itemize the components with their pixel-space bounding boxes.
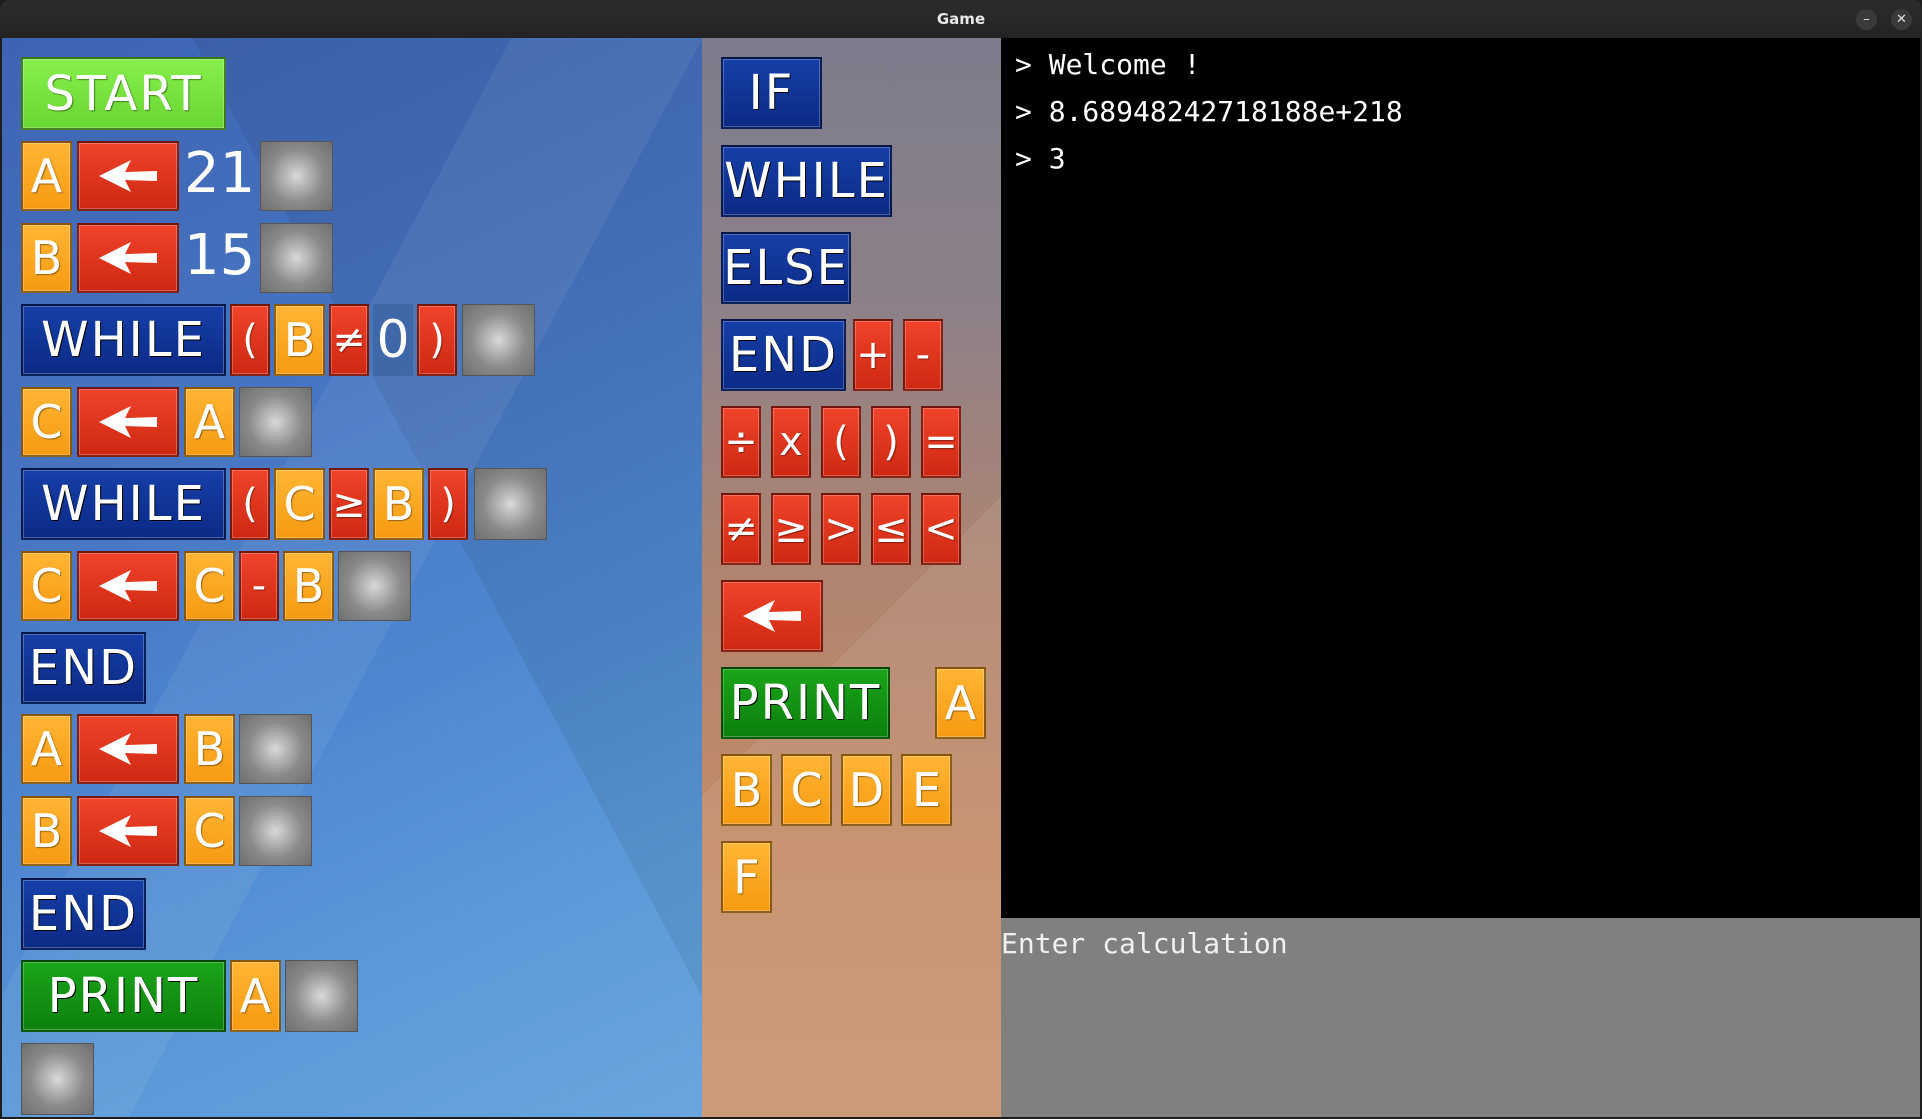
- var-block[interactable]: C: [184, 796, 235, 866]
- end-block[interactable]: END: [21, 632, 146, 704]
- console-prompt: >: [1015, 95, 1032, 128]
- palette-var-block[interactable]: F: [721, 841, 772, 913]
- calculation-input-area[interactable]: [1001, 918, 1920, 1117]
- palette-var-block[interactable]: D: [841, 754, 892, 826]
- empty-slot[interactable]: [239, 714, 312, 784]
- left-arrow-icon: [99, 733, 157, 765]
- palette-var-block[interactable]: B: [721, 754, 772, 826]
- while-block[interactable]: WHILE: [21, 304, 226, 376]
- left-arrow-icon: [99, 242, 157, 274]
- left-arrow-icon: [99, 406, 157, 438]
- operator-block[interactable]: (: [230, 304, 270, 376]
- output-console: > Welcome ! > 8.68948242718188e+218 > 3: [1001, 38, 1920, 918]
- var-block[interactable]: A: [230, 960, 281, 1032]
- number-value[interactable]: 0: [373, 304, 413, 376]
- var-block[interactable]: A: [184, 387, 235, 457]
- palette-operator-block[interactable]: ≠: [721, 493, 761, 565]
- block-palette: IF WHILE ELSE END + - ÷ x ( ) = ≠ ≥ > ≤ …: [702, 38, 1001, 1117]
- palette-if-block[interactable]: IF: [721, 57, 822, 129]
- window-title: Game: [936, 10, 986, 28]
- left-arrow-icon: [99, 815, 157, 847]
- operator-block[interactable]: -: [239, 551, 279, 621]
- left-arrow-icon: [743, 600, 801, 632]
- start-block[interactable]: START: [21, 57, 226, 130]
- while-block[interactable]: WHILE: [21, 468, 226, 540]
- var-block[interactable]: B: [274, 304, 325, 376]
- empty-slot[interactable]: [285, 960, 358, 1032]
- console-line: > Welcome !: [1015, 48, 1200, 81]
- palette-operator-block[interactable]: x: [771, 406, 811, 478]
- palette-assign-block[interactable]: [721, 580, 823, 652]
- operator-block[interactable]: ): [428, 468, 468, 540]
- palette-operator-block[interactable]: ≥: [771, 493, 811, 565]
- var-block[interactable]: B: [373, 468, 424, 540]
- palette-operator-block[interactable]: +: [853, 319, 893, 391]
- var-block[interactable]: C: [21, 551, 72, 621]
- var-block[interactable]: B: [21, 223, 72, 293]
- palette-operator-block[interactable]: =: [921, 406, 961, 478]
- assign-block[interactable]: [77, 714, 179, 784]
- program-area[interactable]: START A 21 B 15 WHILE ( B ≠ 0 ) C A WHIL…: [2, 38, 702, 1117]
- palette-end-block[interactable]: END: [721, 319, 846, 391]
- palette-print-block[interactable]: PRINT: [721, 667, 890, 739]
- console-text: 3: [1048, 142, 1066, 175]
- palette-operator-block[interactable]: -: [903, 319, 943, 391]
- operator-block[interactable]: (: [230, 468, 270, 540]
- console-line: > 3: [1015, 142, 1066, 175]
- left-arrow-icon: [99, 570, 157, 602]
- palette-while-block[interactable]: WHILE: [721, 145, 892, 217]
- console-prompt: >: [1015, 142, 1032, 175]
- palette-var-block[interactable]: C: [781, 754, 832, 826]
- var-block[interactable]: B: [184, 714, 235, 784]
- empty-slot[interactable]: [338, 551, 411, 621]
- empty-slot[interactable]: [462, 304, 535, 376]
- end-block[interactable]: END: [21, 878, 146, 950]
- left-arrow-icon: [99, 160, 157, 192]
- palette-operator-block[interactable]: ÷: [721, 406, 761, 478]
- var-block[interactable]: A: [21, 714, 72, 784]
- console-prompt: >: [1015, 48, 1032, 81]
- assign-block[interactable]: [77, 223, 179, 293]
- var-block[interactable]: A: [21, 141, 72, 211]
- console-line: > 8.68948242718188e+218: [1015, 95, 1403, 128]
- var-block[interactable]: C: [274, 468, 325, 540]
- palette-var-block[interactable]: E: [901, 754, 952, 826]
- print-block[interactable]: PRINT: [21, 960, 226, 1032]
- operator-block[interactable]: ): [417, 304, 457, 376]
- empty-slot[interactable]: [260, 223, 333, 293]
- console-text: 8.68948242718188e+218: [1048, 95, 1403, 128]
- palette-operator-block[interactable]: >: [821, 493, 861, 565]
- palette-var-block[interactable]: A: [935, 667, 986, 739]
- assign-block[interactable]: [77, 551, 179, 621]
- empty-slot[interactable]: [239, 387, 312, 457]
- palette-operator-block[interactable]: ≤: [871, 493, 911, 565]
- var-block[interactable]: C: [21, 387, 72, 457]
- palette-operator-block[interactable]: ): [871, 406, 911, 478]
- operator-block[interactable]: ≥: [329, 468, 369, 540]
- minimize-button[interactable]: –: [1856, 9, 1877, 30]
- assign-block[interactable]: [77, 796, 179, 866]
- palette-else-block[interactable]: ELSE: [721, 232, 851, 304]
- console-text: Welcome !: [1048, 48, 1201, 81]
- palette-operator-block[interactable]: <: [921, 493, 961, 565]
- close-button[interactable]: ✕: [1891, 9, 1912, 30]
- empty-slot[interactable]: [474, 468, 547, 540]
- var-block[interactable]: B: [283, 551, 334, 621]
- assign-block[interactable]: [77, 141, 179, 211]
- palette-operator-block[interactable]: (: [821, 406, 861, 478]
- calculation-input[interactable]: [1001, 918, 1920, 968]
- number-value[interactable]: 15: [184, 228, 255, 284]
- empty-slot[interactable]: [21, 1043, 94, 1115]
- title-bar: Game – ✕: [0, 0, 1922, 38]
- empty-slot[interactable]: [260, 141, 333, 211]
- empty-slot[interactable]: [239, 796, 312, 866]
- var-block[interactable]: B: [21, 796, 72, 866]
- var-block[interactable]: C: [184, 551, 235, 621]
- operator-block[interactable]: ≠: [329, 304, 369, 376]
- number-value[interactable]: 21: [184, 146, 255, 202]
- assign-block[interactable]: [77, 387, 179, 457]
